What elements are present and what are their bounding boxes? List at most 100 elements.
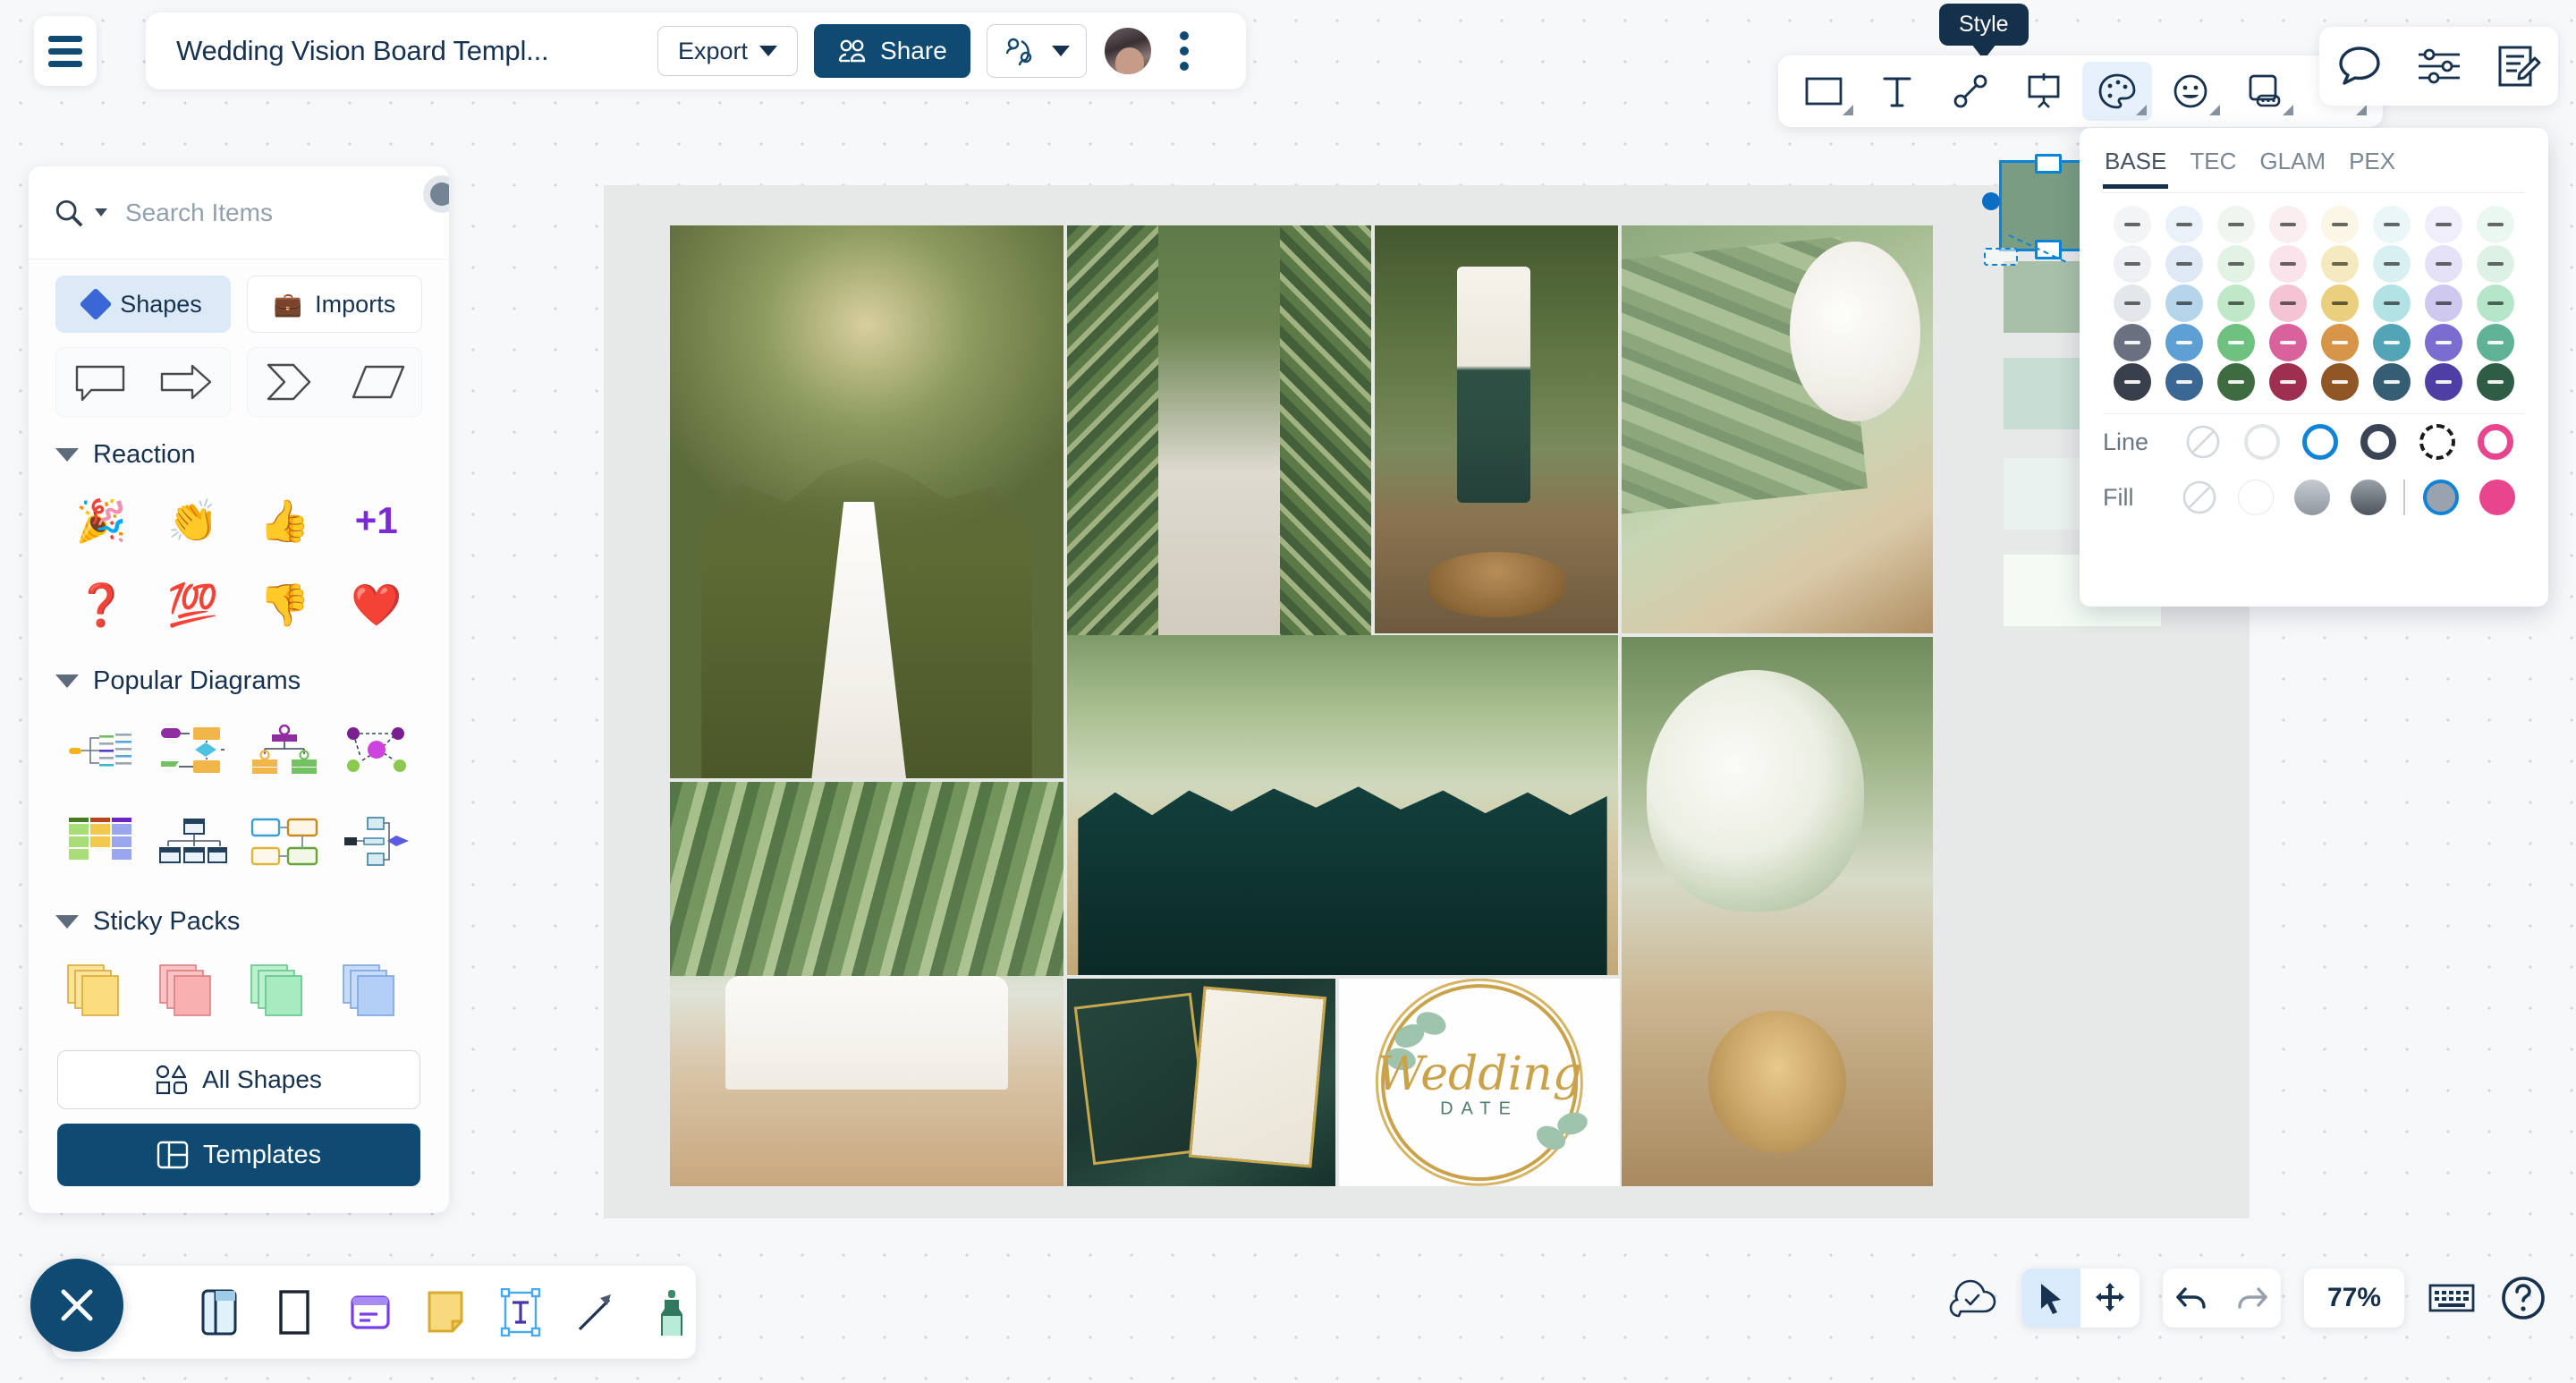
color-swatch-2-6[interactable] [2425,284,2462,322]
color-swatch-1-1[interactable] [2165,245,2203,283]
sticky-note-tool[interactable] [2229,62,2299,121]
zoom-level[interactable]: 77% [2303,1268,2404,1328]
connector-dot[interactable] [1982,192,2000,210]
color-swatch-1-3[interactable] [2269,245,2307,283]
color-swatch-2-1[interactable] [2165,284,2203,322]
sage-napkins-photo[interactable] [1622,225,1933,633]
floral-aisle-photo[interactable] [1067,225,1371,700]
ghost-shape-preview[interactable] [1984,248,2018,266]
color-swatch-3-0[interactable] [2114,324,2151,361]
color-swatch-4-6[interactable] [2425,363,2462,401]
line-light[interactable] [2233,424,2291,460]
arrow-connector-icon[interactable] [572,1285,620,1339]
flowchart-diagram[interactable] [148,708,240,793]
export-button[interactable]: Export [657,26,799,76]
color-swatch-1-0[interactable] [2114,245,2151,283]
color-swatch-2-3[interactable] [2269,284,2307,322]
color-swatch-0-3[interactable] [2269,206,2307,243]
share-button[interactable]: Share [814,24,970,78]
hierarchy-tree-diagram[interactable] [148,800,240,884]
style-palette-tool[interactable] [2082,62,2152,121]
text-box-icon[interactable] [496,1285,545,1339]
red-heart-emoji[interactable]: ❤️ [331,566,423,643]
main-menu-button[interactable] [34,16,97,86]
color-swatch-0-2[interactable] [2217,206,2255,243]
plus-one-emoji[interactable]: +1 [331,482,423,559]
frame-panel-icon[interactable] [195,1285,243,1339]
color-swatch-1-2[interactable] [2217,245,2255,283]
color-swatch-4-5[interactable] [2373,363,2411,401]
keyboard-shortcuts-icon[interactable] [2428,1279,2476,1317]
text-tool[interactable] [1862,62,1932,121]
color-swatch-4-4[interactable] [2321,363,2359,401]
settings-sliders-icon[interactable] [2415,45,2463,88]
color-swatch-3-6[interactable] [2425,324,2462,361]
line-dashed[interactable] [2408,424,2466,460]
section-sticky-header[interactable]: Sticky Packs [55,907,422,937]
more-options-button[interactable] [1169,26,1199,76]
fill-pink[interactable] [2469,479,2525,515]
entity-relationship-diagram[interactable] [239,800,331,884]
search-filter-caret-icon[interactable] [95,208,107,216]
shape-card-left[interactable] [55,347,231,417]
org-chart-diagram[interactable] [239,708,331,793]
wedding-party-photo[interactable] [1067,635,1618,975]
color-swatch-4-1[interactable] [2165,363,2203,401]
question-mark-emoji[interactable]: ❓ [55,566,148,643]
tab-shapes[interactable]: Shapes [55,276,231,333]
hundred-points-emoji[interactable]: 💯 [148,566,240,643]
wedding-date-card[interactable]: Wedding DATE [1339,979,1620,1186]
color-swatch-0-1[interactable] [2165,206,2203,243]
fill-selected-gray[interactable] [2412,479,2469,515]
highlighter-pen-icon[interactable] [648,1285,696,1339]
green-sticky-pack[interactable] [239,949,331,1033]
party-popper-emoji[interactable]: 🎉 [55,482,148,559]
color-swatch-2-0[interactable] [2114,284,2151,322]
color-swatch-0-5[interactable] [2373,206,2411,243]
color-swatch-0-7[interactable] [2477,206,2514,243]
color-swatch-3-4[interactable] [2321,324,2359,361]
card-note-icon[interactable] [346,1285,394,1339]
resize-handle-top[interactable] [2035,154,2062,174]
comment-icon[interactable] [2335,44,2384,89]
sticky-note-icon[interactable] [421,1285,470,1339]
blue-sticky-pack[interactable] [331,949,423,1033]
help-icon[interactable] [2499,1274,2547,1322]
color-swatch-4-0[interactable] [2114,363,2151,401]
color-swatch-4-7[interactable] [2477,363,2514,401]
all-shapes-button[interactable]: All Shapes [57,1050,420,1109]
wedding-cake-photo[interactable] [1375,225,1618,633]
color-swatch-0-4[interactable] [2321,206,2359,243]
line-pink[interactable] [2467,424,2525,460]
thumbs-up-emoji[interactable]: 👍 [239,482,331,559]
color-swatch-3-1[interactable] [2165,324,2203,361]
line-blue[interactable] [2291,424,2349,460]
palette-tab-glam[interactable]: GLAM [2258,144,2327,189]
section-reaction-header[interactable]: Reaction [55,440,422,470]
frame-tool[interactable] [2009,62,2079,121]
network-graph-diagram[interactable] [331,708,423,793]
clapping-hands-emoji[interactable]: 👏 [148,482,240,559]
palette-tab-tec[interactable]: TEC [2188,144,2238,189]
invitation-suite-photo[interactable] [1067,979,1335,1186]
thumbs-down-emoji[interactable]: 👎 [239,566,331,643]
fill-none[interactable] [2171,479,2227,515]
blank-shape-icon[interactable] [270,1285,318,1339]
pointer-icon[interactable] [2021,1268,2080,1328]
red-sticky-pack[interactable] [148,949,240,1033]
section-diagrams-header[interactable]: Popular Diagrams [55,666,422,696]
color-swatch-3-2[interactable] [2217,324,2255,361]
color-swatch-0-6[interactable] [2425,206,2462,243]
palette-tab-pex[interactable]: PEX [2347,144,2397,189]
color-swatch-1-4[interactable] [2321,245,2359,283]
tablescape-photo[interactable] [1622,637,1933,1186]
move-icon[interactable] [2080,1268,2140,1328]
mind-map-diagram[interactable] [55,708,148,793]
redo-icon[interactable] [2222,1268,2281,1328]
fill-dark-gray[interactable] [2340,479,2396,515]
network-topology-diagram[interactable] [331,800,423,884]
color-swatch-3-7[interactable] [2477,324,2514,361]
notes-edit-icon[interactable] [2496,44,2542,89]
color-swatch-1-7[interactable] [2477,245,2514,283]
connector-tool[interactable] [1936,62,2005,121]
